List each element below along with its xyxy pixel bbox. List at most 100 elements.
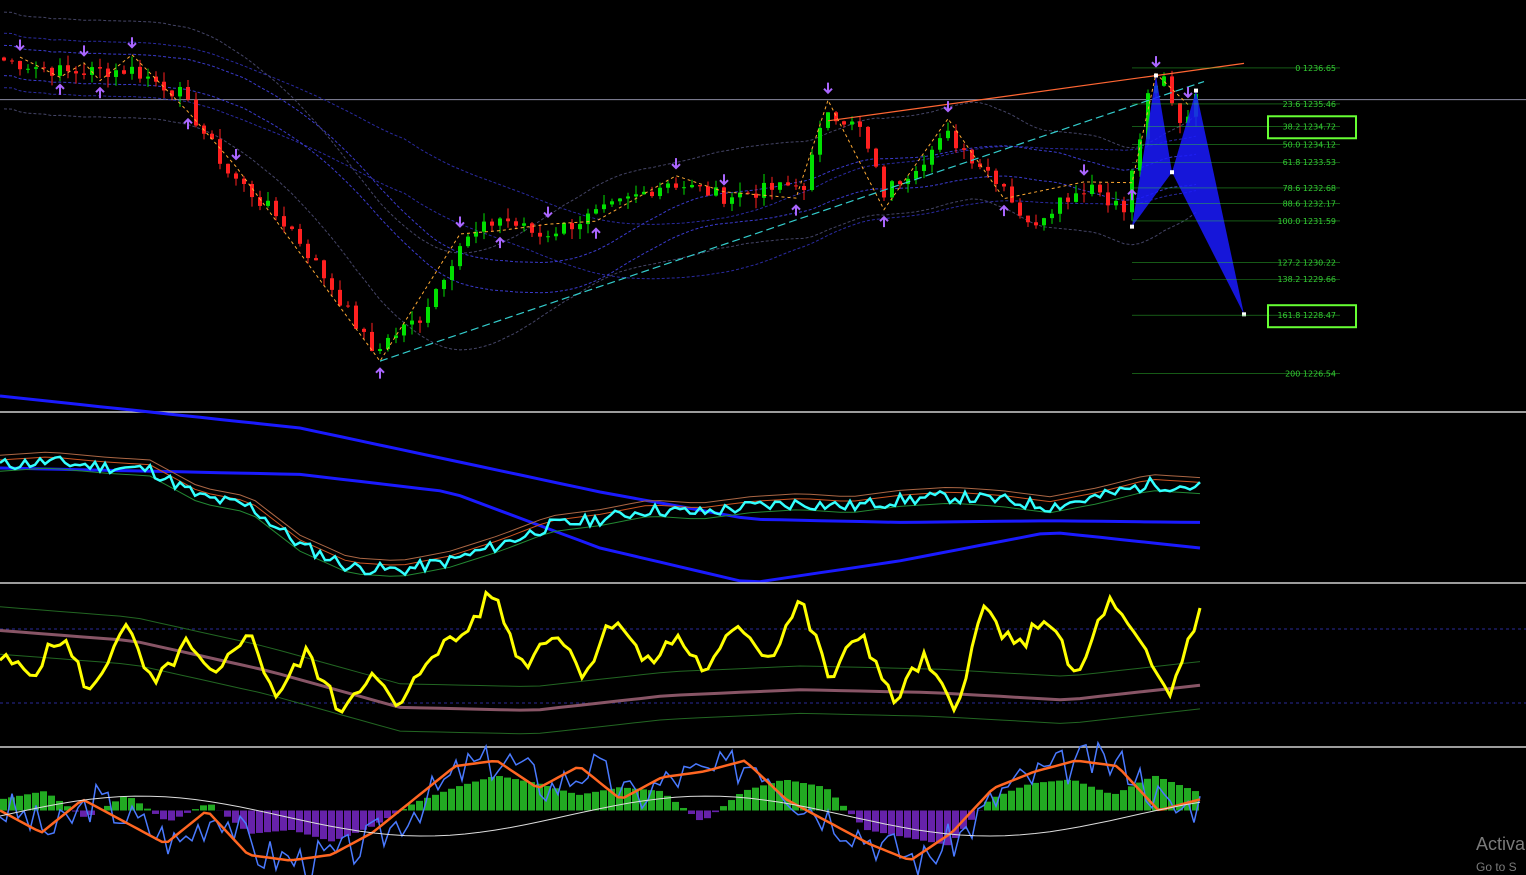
swing-low-arrow <box>95 86 105 99</box>
moving-average-line <box>3 87 1197 280</box>
candle-body <box>362 328 366 332</box>
histogram-bar <box>264 810 271 833</box>
histogram-bar <box>568 792 575 811</box>
candle-body <box>1058 197 1062 214</box>
histogram-bar <box>112 801 119 811</box>
candle-body <box>1178 103 1182 123</box>
candle-body <box>1050 213 1054 219</box>
candle-body <box>970 149 974 164</box>
histogram-bar <box>80 810 87 817</box>
fibonacci-level-label: 127.2 1230.22 <box>1277 258 1336 267</box>
histogram-bar <box>512 779 519 811</box>
candle-body <box>490 221 494 226</box>
histogram-bar <box>376 810 383 823</box>
histogram-bar <box>352 810 359 833</box>
candle-body <box>122 70 126 74</box>
histogram-bar <box>920 810 927 841</box>
candle-body <box>874 148 878 167</box>
histogram-bar <box>720 806 727 811</box>
swing-low-arrow <box>791 204 801 216</box>
candle-body <box>594 209 598 214</box>
histogram-bar <box>24 794 31 811</box>
candle-body <box>266 200 270 206</box>
histogram-bar <box>848 810 855 815</box>
candle-body <box>314 258 318 261</box>
candle-body <box>218 139 222 164</box>
histogram-bar <box>408 804 415 811</box>
histogram-bar <box>1104 792 1111 811</box>
histogram-bar <box>488 777 495 811</box>
candle-body <box>618 198 622 202</box>
histogram-bar <box>760 785 767 811</box>
pattern-point <box>1242 312 1246 317</box>
candle-body <box>210 133 214 140</box>
histogram-bar <box>144 808 151 811</box>
histogram-bar <box>1128 786 1135 811</box>
histogram-bar <box>440 791 447 811</box>
fibonacci-level-label: 23.6 1235.46 <box>1283 100 1336 109</box>
candle-body <box>506 218 510 222</box>
swing-low-arrow <box>495 236 505 249</box>
histogram-bar <box>160 810 167 820</box>
candle-body <box>1034 222 1038 226</box>
histogram-bar <box>832 797 839 811</box>
histogram-bar <box>104 805 111 811</box>
candle-body <box>330 278 334 290</box>
fibonacci-level-label: 50.0 1234.12 <box>1283 140 1336 149</box>
histogram-bar <box>336 810 343 839</box>
moving-average-line <box>3 11 1197 254</box>
candle-body <box>786 182 790 186</box>
fibonacci-level-label: 138.2 1229.66 <box>1277 275 1336 284</box>
indicator-signal-line <box>0 653 1201 735</box>
candle-body <box>610 201 614 205</box>
histogram-bar <box>728 800 735 811</box>
candle-body <box>378 349 382 352</box>
candle-body <box>458 246 462 267</box>
candle-body <box>722 187 726 204</box>
histogram-bar <box>248 810 255 834</box>
candle-body <box>354 305 358 329</box>
fibonacci-level-label: 61.8 1233.53 <box>1283 158 1336 167</box>
pattern-point <box>1194 88 1198 93</box>
fibonacci-level-label: 100.0 1231.59 <box>1277 217 1336 226</box>
candle-body <box>306 243 310 259</box>
candle-body <box>994 170 998 184</box>
histogram-bar <box>592 791 599 811</box>
histogram-bar <box>576 794 583 811</box>
histogram-bar <box>840 805 847 811</box>
histogram-bar <box>464 783 471 811</box>
swing-high-arrow <box>1079 164 1089 176</box>
candle-body <box>322 260 326 279</box>
histogram-bar <box>208 804 215 811</box>
candle-body <box>282 216 286 227</box>
indicator-panel-2 <box>0 589 1526 735</box>
candle-body <box>482 221 486 232</box>
candle-body <box>34 67 38 69</box>
histogram-bar <box>416 800 423 811</box>
candle-body <box>554 233 558 237</box>
histogram-bar <box>616 787 623 811</box>
histogram-bar <box>152 810 159 814</box>
histogram-bar <box>296 810 303 833</box>
histogram-bar <box>72 810 79 812</box>
candle-body <box>418 320 422 323</box>
candle-body <box>178 86 182 97</box>
candle-body <box>274 200 278 217</box>
histogram-bar <box>656 790 663 811</box>
histogram-bar <box>688 810 695 815</box>
indicator-panel-1 <box>0 394 1201 584</box>
histogram-bar <box>1024 784 1031 811</box>
candle-body <box>754 193 758 198</box>
candle-body <box>1010 186 1014 203</box>
candle-body <box>866 126 870 149</box>
histogram-bar <box>552 788 559 811</box>
candle-body <box>1026 215 1030 223</box>
candle-body <box>1098 184 1102 193</box>
candle-body <box>194 99 198 126</box>
candle-body <box>522 223 526 226</box>
histogram-bar <box>168 810 175 821</box>
candle-body <box>698 184 702 187</box>
histogram-bar <box>0 798 7 811</box>
candle-body <box>586 213 590 225</box>
candle-body <box>498 218 502 226</box>
